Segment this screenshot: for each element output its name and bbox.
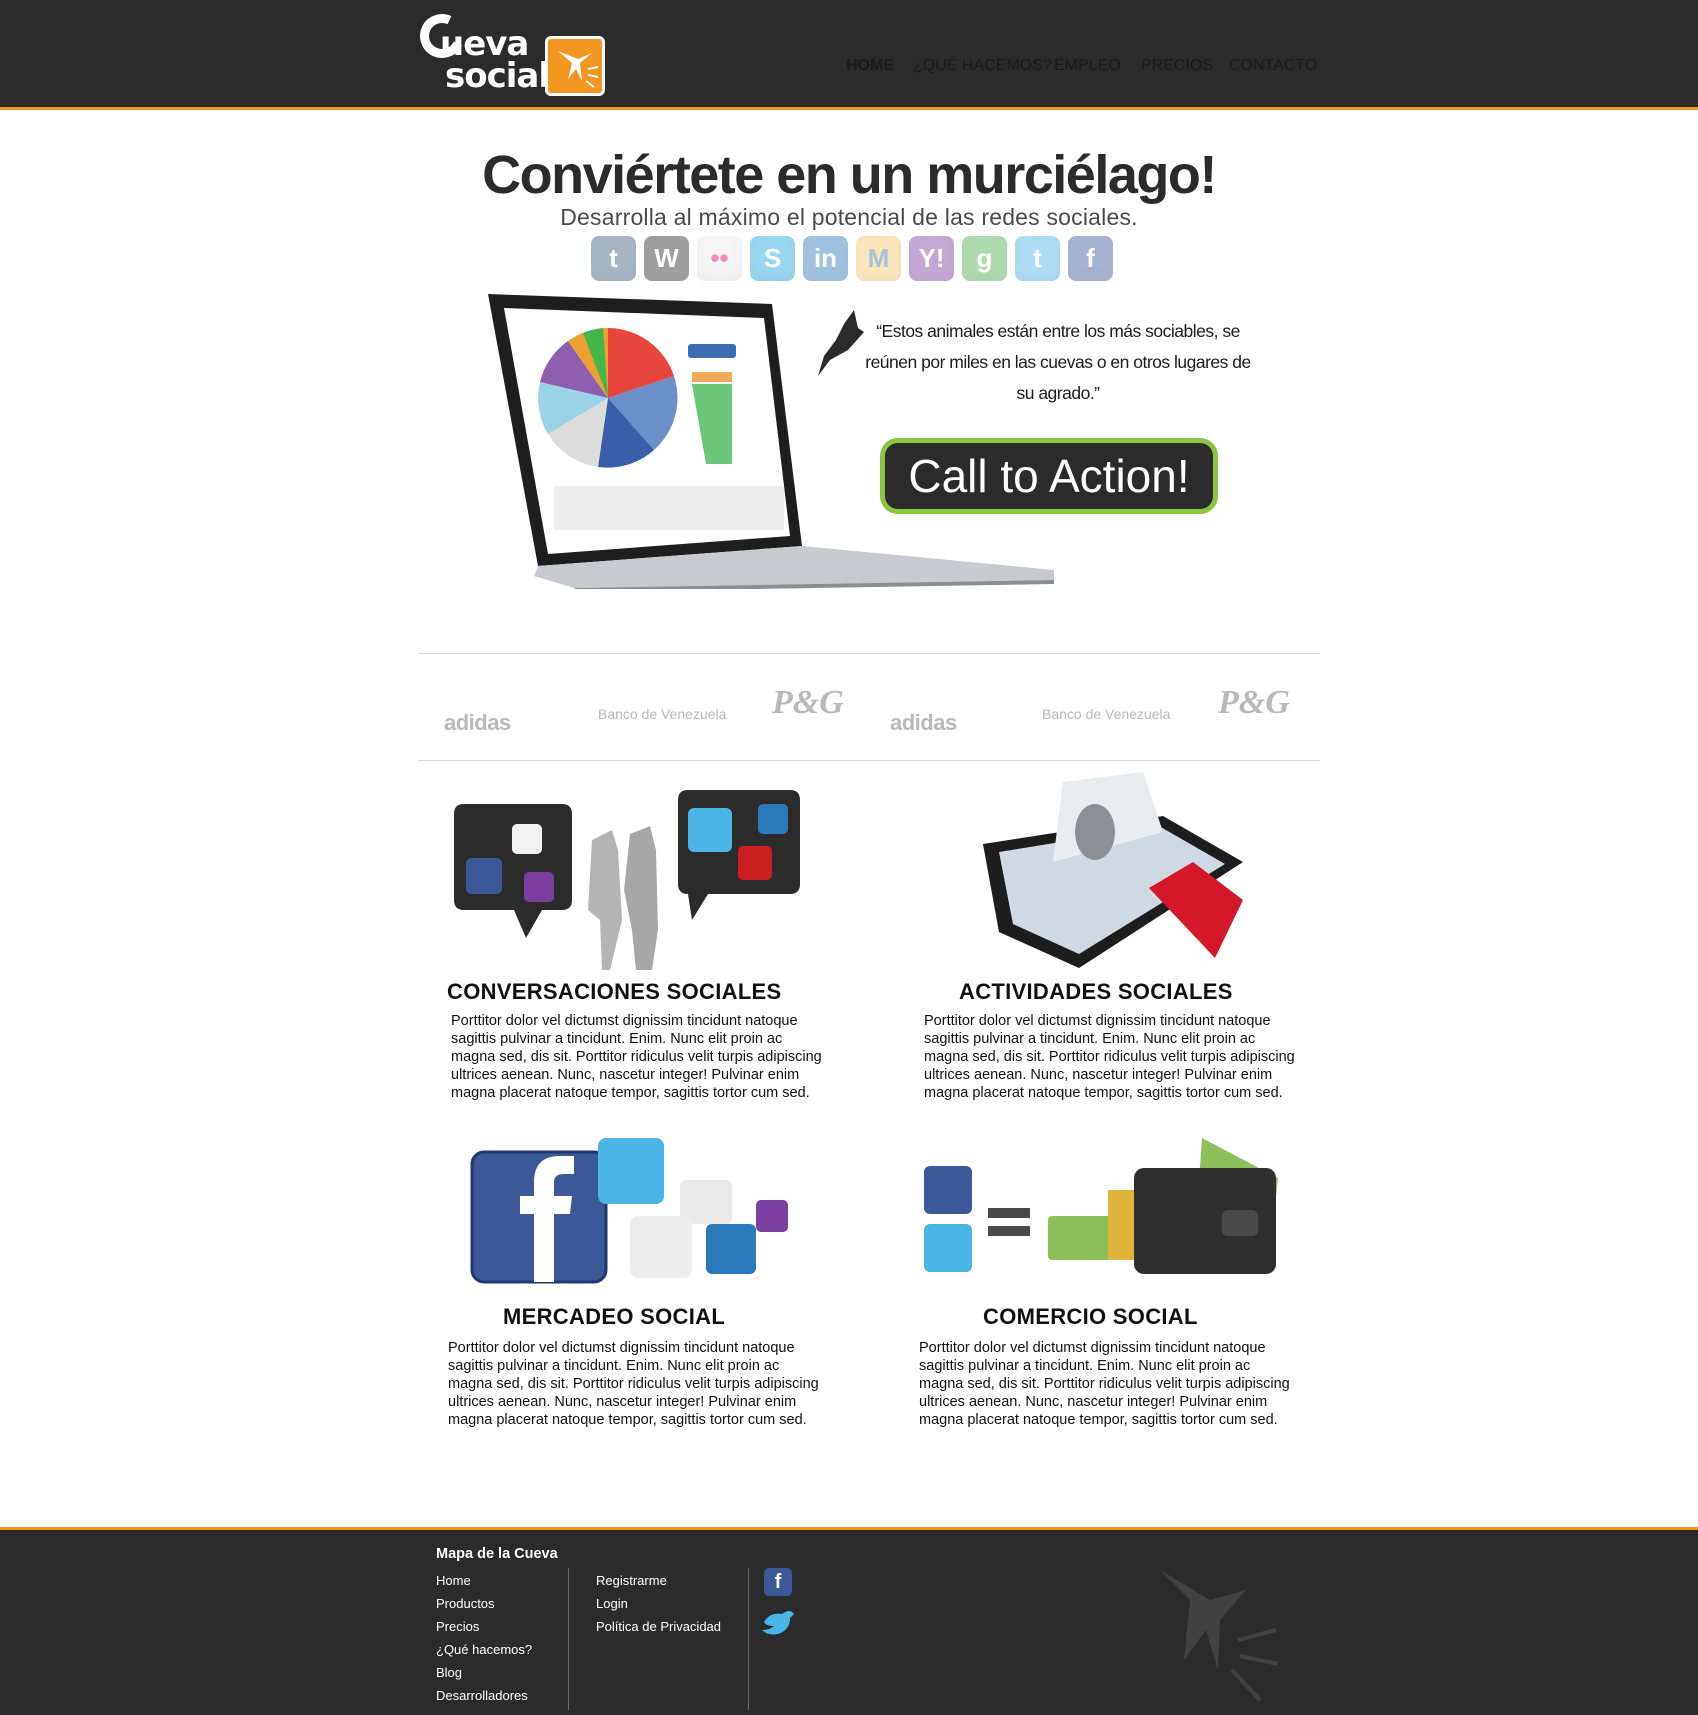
site-footer: Mapa de la Cueva Home Productos Precios … (0, 1527, 1698, 1715)
google-icon[interactable]: g (962, 236, 1007, 281)
footer-link-login[interactable]: Login (596, 1596, 721, 1612)
brand-banco-venezuela-logo: Banco de Venezuela (1042, 706, 1171, 722)
nav-que-hacemos[interactable]: ¿QUÉ HACEMOS? (913, 57, 1052, 75)
social-commerce-illustration (922, 1138, 1282, 1278)
nav-home[interactable]: HOME (846, 57, 894, 75)
divider-bottom (418, 760, 1320, 761)
flickr-icon[interactable]: •• (697, 236, 742, 281)
footer-link-home[interactable]: Home (436, 1573, 532, 1589)
bat-quote: “Estos animales están entre los más soci… (865, 321, 1251, 403)
brand-adidas-logo: adidas (890, 710, 957, 735)
feature-title-actividades: ACTIVIDADES SOCIALES (959, 979, 1233, 1004)
footer-divider (568, 1568, 569, 1710)
twitter-icon[interactable]: t (1015, 236, 1060, 281)
delicious-icon[interactable]: M (856, 236, 901, 281)
footer-link-blog[interactable]: Blog (436, 1665, 532, 1681)
footer-link-que-hacemos[interactable]: ¿Qué hacemos? (436, 1642, 532, 1658)
logo-line2: social (445, 56, 550, 96)
linkedin-icon[interactable]: in (803, 236, 848, 281)
nav-empleo[interactable]: EMPLEO (1054, 57, 1121, 75)
nav-contacto[interactable]: CONTACTO (1229, 57, 1317, 75)
footer-link-productos[interactable]: Productos (436, 1596, 532, 1612)
footer-divider (748, 1568, 749, 1710)
cueva-social-logo[interactable]: ueva social (413, 7, 610, 100)
nav-precios[interactable]: PRECIOS (1141, 57, 1213, 75)
footer-links-col1: Home Productos Precios ¿Qué hacemos? Blo… (436, 1573, 532, 1711)
footer-link-desarrolladores[interactable]: Desarrolladores (436, 1688, 532, 1704)
feature-title-conversaciones: CONVERSACIONES SOCIALES (447, 979, 782, 1004)
hero-subtitle: Desarrolla al máximo el potencial de las… (560, 204, 1138, 230)
brand-pg-logo: P&G (772, 684, 844, 721)
feature-title-mercadeo: MERCADEO SOCIAL (503, 1304, 726, 1329)
brand-pg-logo: P&G (1218, 684, 1290, 721)
yahoo-icon[interactable]: Y! (909, 236, 954, 281)
footer-link-registrarme[interactable]: Registrarme (596, 1573, 721, 1589)
brand-banco-venezuela-logo: Banco de Venezuela (598, 706, 727, 722)
footer-bat-watermark-icon (1150, 1560, 1280, 1710)
footer-link-privacidad[interactable]: Política de Privacidad (596, 1619, 721, 1635)
skype-icon[interactable]: S (750, 236, 795, 281)
tumblr-icon[interactable]: t (591, 236, 636, 281)
hero-title: Conviértete en un murciélago! (482, 145, 1217, 205)
footer-link-precios[interactable]: Precios (436, 1619, 532, 1635)
feature-title-comercio: COMERCIO SOCIAL (983, 1304, 1198, 1329)
feature-text-comercio: Porttitor dolor vel dictumst dignissim t… (919, 1340, 1290, 1428)
brand-adidas-logo: adidas (444, 710, 511, 735)
twitter-bird-icon[interactable] (760, 1608, 794, 1636)
footer-title: Mapa de la Cueva (436, 1546, 558, 1562)
facebook-icon[interactable]: f (1068, 236, 1113, 281)
social-media-icons-illustration (470, 1136, 790, 1286)
facebook-icon[interactable]: f (764, 1568, 792, 1596)
tablet-sale-illustration (953, 772, 1253, 972)
divider-top (418, 653, 1320, 654)
footer-links-col2: Registrarme Login Política de Privacidad (596, 1573, 721, 1642)
feature-text-actividades: Porttitor dolor vel dictumst dignissim t… (924, 1013, 1295, 1101)
feature-text-mercadeo: Porttitor dolor vel dictumst dignissim t… (448, 1340, 819, 1428)
social-conversation-illustration (452, 790, 802, 970)
social-network-icons: t W •• S in M Y! g t f (591, 236, 1113, 281)
feature-text-conversaciones: Porttitor dolor vel dictumst dignissim t… (451, 1013, 822, 1101)
call-to-action-button[interactable]: Call to Action! (880, 438, 1218, 514)
site-header: ueva social HOME ¿QUÉ HACEMOS? EMPLEO PR… (0, 0, 1698, 110)
wordpress-icon[interactable]: W (644, 236, 689, 281)
bat-logo-icon (545, 36, 605, 96)
client-brands: adidas Banco de Venezuela P&G adidas Ban… (418, 680, 1320, 740)
